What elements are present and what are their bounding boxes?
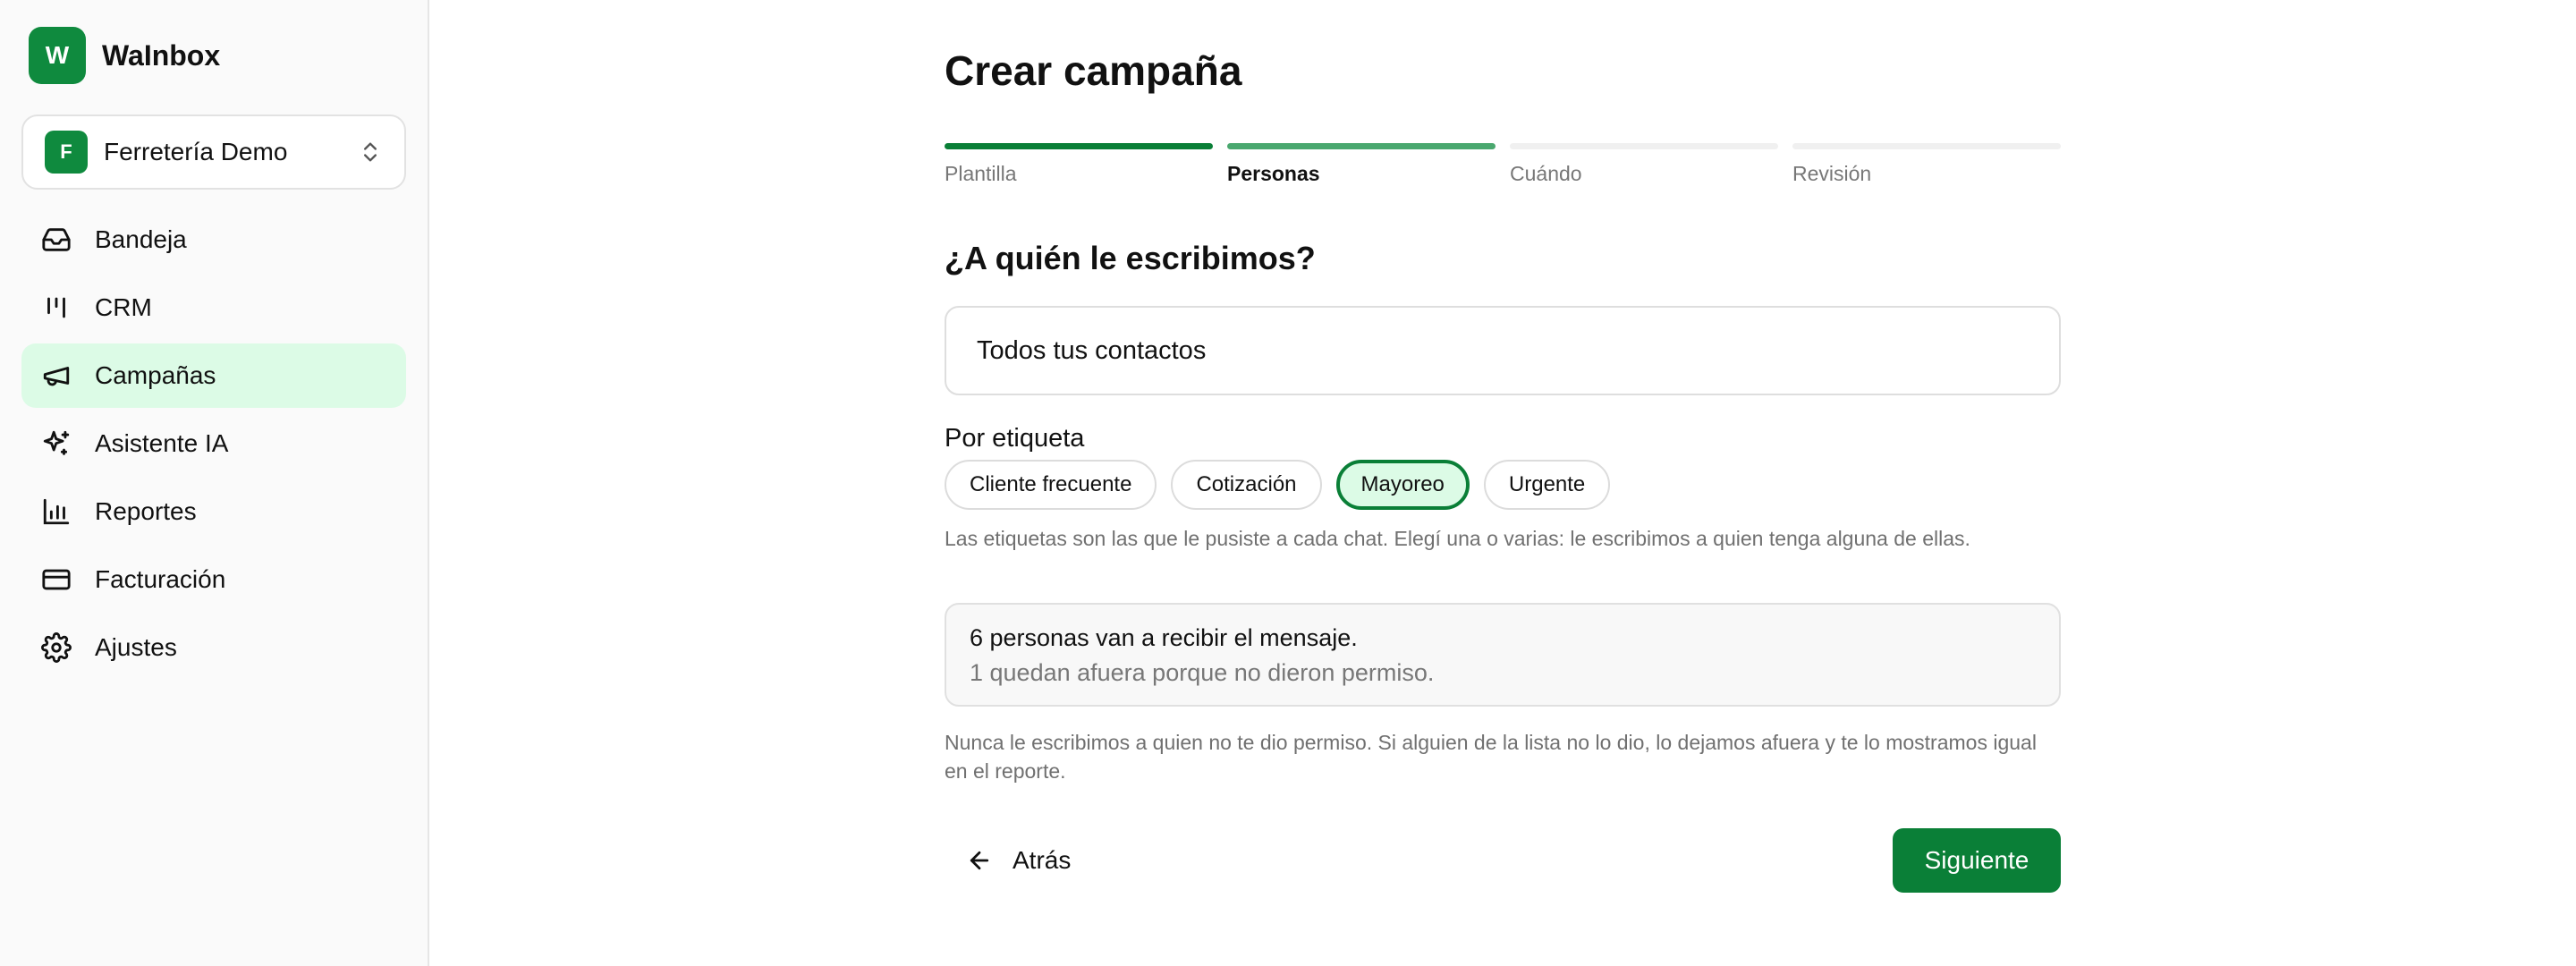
page-title: Crear campaña: [945, 47, 1242, 94]
step-progress-bar: [945, 143, 1213, 149]
sidebar-item-reportes[interactable]: Reportes: [21, 479, 406, 544]
recipient-summary: 6 personas van a recibir el mensaje. 1 q…: [945, 603, 2061, 707]
sidebar-item-asistente-ia[interactable]: Asistente IA: [21, 411, 406, 476]
gear-icon: [41, 632, 72, 663]
tag-chips: Cliente frecuente Cotización Mayoreo Urg…: [945, 460, 1611, 510]
back-button[interactable]: Atrás: [966, 835, 1071, 886]
inbox-icon: [41, 225, 72, 255]
sidebar-nav: Bandeja CRM Campañas Asistente IA Report…: [21, 208, 406, 683]
tag-chip-cotizacion[interactable]: Cotización: [1171, 460, 1322, 510]
step-label: Personas: [1227, 162, 1320, 185]
next-button[interactable]: Siguiente: [1893, 828, 2061, 893]
sparkles-icon: [41, 428, 72, 459]
brand-logo: W: [29, 27, 86, 84]
step-label: Cuándo: [1510, 162, 1582, 185]
step-revision: Revisión: [1792, 143, 2061, 186]
sidebar-item-bandeja[interactable]: Bandeja: [21, 208, 406, 272]
workspace-avatar: F: [45, 131, 88, 174]
tag-chip-mayoreo[interactable]: Mayoreo: [1335, 460, 1470, 510]
tag-chip-cliente-frecuente[interactable]: Cliente frecuente: [945, 460, 1157, 510]
brand-name: WaInbox: [102, 38, 221, 72]
sidebar-item-ajustes[interactable]: Ajustes: [21, 615, 406, 680]
step-label: Plantilla: [945, 162, 1017, 185]
step-plantilla[interactable]: Plantilla: [945, 143, 1213, 186]
brand[interactable]: W WaInbox: [29, 27, 220, 84]
sidebar-item-label: CRM: [95, 293, 152, 321]
sidebar: W WaInbox F Ferretería Demo Bandeja CRM …: [0, 0, 429, 966]
stepper: Plantilla Personas Cuándo Revisión: [945, 143, 2061, 186]
sidebar-item-facturacion[interactable]: Facturación: [21, 547, 406, 612]
tag-hint: Las etiquetas son las que le pusiste a c…: [945, 527, 1970, 550]
megaphone-icon: [41, 360, 72, 391]
step-personas[interactable]: Personas: [1227, 143, 1496, 186]
audience-question: ¿A quién le escribimos?: [945, 240, 1316, 276]
step-label: Revisión: [1792, 162, 1872, 185]
chevrons-up-down-icon: [364, 142, 377, 162]
sidebar-item-label: Bandeja: [95, 225, 187, 253]
back-button-label: Atrás: [1013, 846, 1072, 874]
bar-chart-icon: [41, 496, 72, 527]
kanban-icon: [41, 292, 72, 323]
step-cuando: Cuándo: [1510, 143, 1778, 186]
sidebar-item-campanas[interactable]: Campañas: [21, 343, 406, 408]
sidebar-item-crm[interactable]: CRM: [21, 275, 406, 340]
step-progress-bar: [1792, 143, 2061, 149]
step-progress-bar: [1227, 143, 1496, 149]
excluded-count: 1 quedan afuera porque no dieron permiso…: [970, 659, 1435, 686]
all-contacts-option[interactable]: Todos tus contactos: [945, 306, 2061, 395]
credit-card-icon: [41, 564, 72, 595]
consent-note: Nunca le escribimos a quien no te dio pe…: [945, 731, 2037, 783]
sidebar-item-label: Campañas: [95, 361, 216, 389]
arrow-left-icon: [970, 851, 989, 870]
tag-section-heading: Por etiqueta: [945, 424, 1085, 453]
sidebar-item-label: Ajustes: [95, 633, 177, 661]
sidebar-item-label: Facturación: [95, 565, 226, 593]
sidebar-item-label: Asistente IA: [95, 429, 229, 457]
workspace-switcher[interactable]: F Ferretería Demo: [21, 114, 406, 190]
workspace-name: Ferretería Demo: [104, 138, 288, 165]
tag-chip-urgente[interactable]: Urgente: [1483, 460, 1611, 510]
recipient-count: 6 personas van a recibir el mensaje.: [970, 624, 1358, 651]
step-progress-bar: [1510, 143, 1778, 149]
sidebar-item-label: Reportes: [95, 497, 197, 525]
